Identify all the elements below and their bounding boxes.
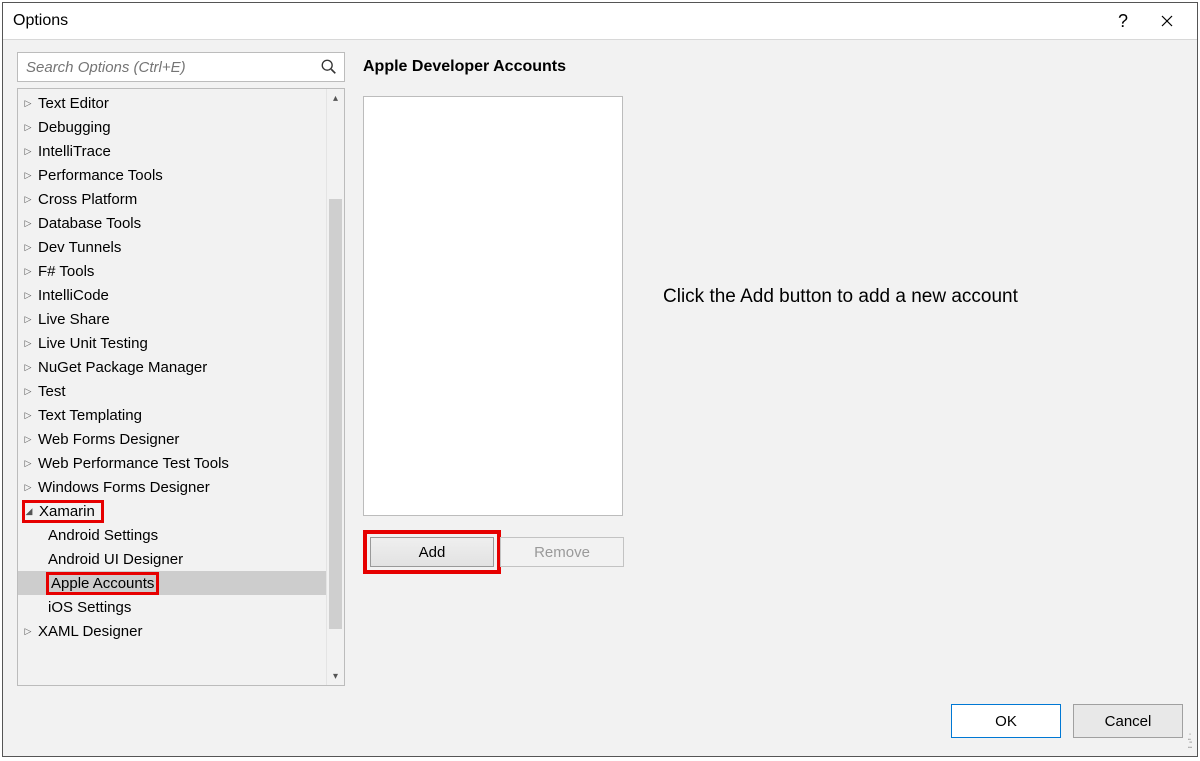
- left-panel: ▷Text Editor▷Debugging▷IntelliTrace▷Perf…: [17, 52, 345, 686]
- tree-item[interactable]: ▷Live Unit Testing: [18, 331, 326, 355]
- chevron-right-icon[interactable]: ▷: [22, 242, 34, 253]
- chevron-right-icon[interactable]: ▷: [22, 626, 34, 637]
- tree-item-label: Cross Platform: [36, 191, 139, 208]
- tree-item-label: Text Editor: [36, 95, 111, 112]
- scroll-down-icon[interactable]: ▾: [327, 667, 344, 685]
- chevron-right-icon[interactable]: ▷: [22, 170, 34, 181]
- tree-item[interactable]: ▷Web Forms Designer: [18, 427, 326, 451]
- search-box[interactable]: [17, 52, 345, 82]
- options-tree[interactable]: ▷Text Editor▷Debugging▷IntelliTrace▷Perf…: [18, 89, 326, 685]
- tree-item[interactable]: ▷Test: [18, 379, 326, 403]
- tree-item-label: Performance Tools: [36, 167, 165, 184]
- chevron-right-icon[interactable]: ▷: [22, 458, 34, 469]
- tree-item-label: Android Settings: [46, 527, 160, 544]
- tree-item[interactable]: ▷Text Editor: [18, 91, 326, 115]
- tree-item-label: Test: [36, 383, 68, 400]
- tree-item[interactable]: ▷Dev Tunnels: [18, 235, 326, 259]
- tree-item-label: Database Tools: [36, 215, 143, 232]
- resize-grip-icon[interactable]: .:.::: [1187, 732, 1191, 748]
- cancel-button[interactable]: Cancel: [1073, 704, 1183, 738]
- section-heading: Apple Developer Accounts: [363, 58, 1183, 76]
- tree-scrollbar[interactable]: ▴ ▾: [326, 89, 344, 685]
- chevron-right-icon[interactable]: ▷: [22, 122, 34, 133]
- chevron-right-icon[interactable]: ▷: [22, 338, 34, 349]
- search-icon: [320, 58, 338, 76]
- close-button[interactable]: [1145, 6, 1189, 36]
- tree-item[interactable]: ▷F# Tools: [18, 259, 326, 283]
- chevron-right-icon[interactable]: ▷: [22, 266, 34, 277]
- chevron-right-icon[interactable]: ▷: [22, 482, 34, 493]
- tree-item[interactable]: iOS Settings: [18, 595, 326, 619]
- tree-item[interactable]: ▷Text Templating: [18, 403, 326, 427]
- tree-item[interactable]: ▷XAML Designer: [18, 619, 326, 643]
- tree-item-label: Xamarin: [37, 503, 97, 520]
- add-button-highlight: Add: [363, 530, 501, 574]
- options-tree-container: ▷Text Editor▷Debugging▷IntelliTrace▷Perf…: [17, 88, 345, 686]
- scroll-up-icon[interactable]: ▴: [327, 89, 344, 107]
- chevron-right-icon[interactable]: ▷: [22, 386, 34, 397]
- dialog-content: ▷Text Editor▷Debugging▷IntelliTrace▷Perf…: [3, 39, 1197, 756]
- tree-item-label: Text Templating: [36, 407, 144, 424]
- chevron-right-icon[interactable]: ▷: [22, 434, 34, 445]
- chevron-right-icon[interactable]: ▷: [22, 146, 34, 157]
- scroll-thumb[interactable]: [329, 199, 342, 629]
- help-button[interactable]: ?: [1101, 6, 1145, 36]
- tree-item-label: IntelliCode: [36, 287, 111, 304]
- tree-item[interactable]: Android Settings: [18, 523, 326, 547]
- tree-item[interactable]: ▷Performance Tools: [18, 163, 326, 187]
- chevron-down-icon[interactable]: ◢: [23, 506, 35, 517]
- tree-item[interactable]: ▷Web Performance Test Tools: [18, 451, 326, 475]
- accounts-listbox[interactable]: [363, 96, 623, 516]
- right-panel: Apple Developer Accounts Click the Add b…: [363, 52, 1183, 686]
- tree-item[interactable]: ▷IntelliCode: [18, 283, 326, 307]
- tree-item-label: Live Share: [36, 311, 112, 328]
- tree-item-label: IntelliTrace: [36, 143, 113, 160]
- tree-item-label: Dev Tunnels: [36, 239, 123, 256]
- chevron-right-icon[interactable]: ▷: [22, 98, 34, 109]
- tree-item[interactable]: ◢Xamarin: [18, 499, 326, 523]
- tree-item[interactable]: Apple Accounts: [18, 571, 326, 595]
- tree-item[interactable]: ▷Debugging: [18, 115, 326, 139]
- chevron-right-icon[interactable]: ▷: [22, 410, 34, 421]
- tree-item-label: Web Forms Designer: [36, 431, 181, 448]
- tree-item-label: iOS Settings: [46, 599, 133, 616]
- search-input[interactable]: [24, 58, 320, 77]
- add-button[interactable]: Add: [370, 537, 494, 567]
- tree-item[interactable]: ▷NuGet Package Manager: [18, 355, 326, 379]
- tree-item[interactable]: ▷IntelliTrace: [18, 139, 326, 163]
- tree-item[interactable]: Android UI Designer: [18, 547, 326, 571]
- remove-button: Remove: [500, 537, 624, 567]
- tree-item-label: Debugging: [36, 119, 113, 136]
- chevron-right-icon[interactable]: ▷: [22, 314, 34, 325]
- tree-item-label: F# Tools: [36, 263, 96, 280]
- dialog-button-row: OK Cancel: [17, 686, 1183, 742]
- tree-item-label: Android UI Designer: [46, 551, 185, 568]
- chevron-right-icon[interactable]: ▷: [22, 290, 34, 301]
- close-icon: [1161, 15, 1173, 27]
- tree-item-label: NuGet Package Manager: [36, 359, 209, 376]
- options-dialog: Options ? ▷Text Editor▷Debugging▷Intelli…: [2, 2, 1198, 757]
- chevron-right-icon[interactable]: ▷: [22, 362, 34, 373]
- tree-item[interactable]: ▷Database Tools: [18, 211, 326, 235]
- tree-item[interactable]: ▷Windows Forms Designer: [18, 475, 326, 499]
- tree-item-label: Windows Forms Designer: [36, 479, 212, 496]
- empty-hint: Click the Add button to add a new accoun…: [663, 286, 1183, 308]
- tree-item-label: Apple Accounts: [46, 572, 159, 595]
- chevron-right-icon[interactable]: ▷: [22, 194, 34, 205]
- ok-button[interactable]: OK: [951, 704, 1061, 738]
- chevron-right-icon[interactable]: ▷: [22, 218, 34, 229]
- tree-item-label: Live Unit Testing: [36, 335, 150, 352]
- tree-item[interactable]: ▷Cross Platform: [18, 187, 326, 211]
- titlebar: Options ?: [3, 3, 1197, 39]
- window-title: Options: [13, 12, 68, 30]
- tree-item-label: XAML Designer: [36, 623, 145, 640]
- tree-item-label: Web Performance Test Tools: [36, 455, 231, 472]
- tree-item[interactable]: ▷Live Share: [18, 307, 326, 331]
